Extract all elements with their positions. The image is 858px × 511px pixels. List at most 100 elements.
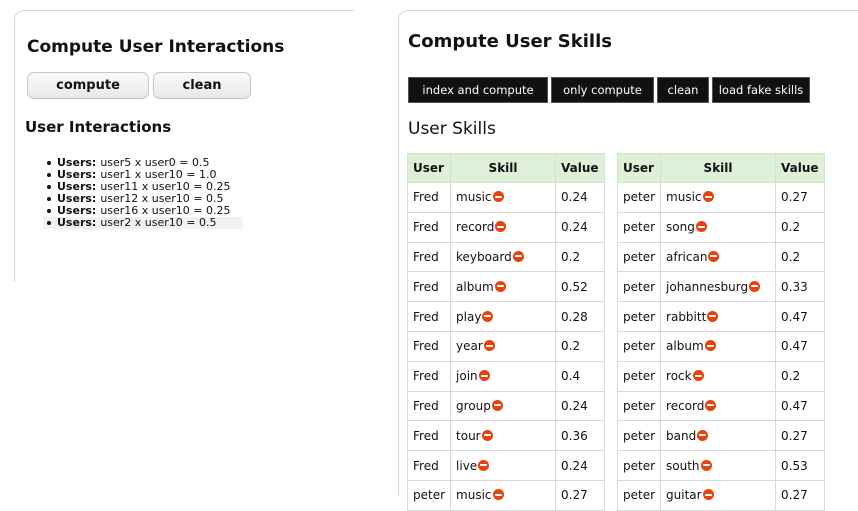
remove-icon[interactable] [478,459,490,471]
remove-icon[interactable] [483,340,495,352]
remove-icon[interactable] [700,459,712,471]
cell-skill: african [660,241,777,273]
skill-name: african [666,249,708,264]
skill-name: join [456,369,478,384]
interactions-list: Users: user5 x user0 = 0.5 Users: user1 x … [43,157,243,229]
skill-name: band [666,428,697,443]
cell-value: 0.47 [775,301,825,332]
skill-name: rock [666,369,692,384]
remove-icon[interactable] [491,399,503,411]
cell-user: peter [616,420,662,452]
skill-name: keyboard [456,249,512,264]
index-and-compute-button[interactable]: index and compute [408,77,548,103]
cell-user: peter [616,330,662,362]
cell-user: Fred [406,301,452,332]
cell-user: Fred [406,390,452,422]
cell-skill: johannesburg [660,271,777,303]
remove-icon[interactable] [704,340,716,352]
compute-button[interactable]: compute [27,72,149,99]
skill-name: rabbitt [666,309,707,324]
column-header-skill: Skill [450,153,557,183]
cell-value: 0.2 [775,211,825,243]
cell-user: peter [616,360,662,392]
clean-interactions-button[interactable]: clean [153,72,251,99]
table-row: Fred album 0.52 [406,271,605,303]
skills-table: User Skill Value peter music 0.27 peter song… [616,153,825,511]
remove-icon[interactable] [512,250,524,262]
cell-skill: tour [450,420,557,452]
skills-subtitle: User Skills [408,119,496,139]
remove-icon[interactable] [707,310,719,322]
cell-skill: group [450,390,557,422]
cell-skill: record [660,390,777,422]
cell-value: 0.27 [775,420,825,452]
cell-skill: rabbitt [660,301,777,332]
table-row: peter music 0.27 [616,182,825,213]
bullet-icon [47,185,51,189]
clean-skills-button[interactable]: clean [657,77,709,103]
cell-skill: south [660,450,777,481]
cell-value: 0.47 [775,390,825,422]
remove-icon[interactable] [482,310,494,322]
table-row: Fred music 0.24 [406,182,605,213]
compute-skills-panel: Compute User Skills index and compute on… [398,10,858,511]
cell-user: Fred [406,360,452,392]
cell-skill: guitar [660,479,777,511]
skill-name: johannesburg [666,279,749,294]
skills-table: User Skill Value Fred music 0.24 Fred record… [406,153,605,511]
cell-skill: live [450,450,557,481]
cell-skill: join [450,360,557,392]
cell-value: 0.4 [555,360,605,392]
table-row: peter song 0.2 [616,211,825,243]
cell-value: 0.27 [775,182,825,213]
remove-icon[interactable] [492,489,504,501]
remove-icon[interactable] [492,191,504,203]
skill-name: music [666,190,702,205]
cell-user: peter [406,479,452,511]
remove-icon[interactable] [495,221,507,233]
column-header-skill: Skill [660,153,777,183]
skill-name: song [666,220,695,235]
only-compute-button[interactable]: only compute [551,77,654,103]
bullet-icon [47,173,51,177]
bullet-icon [47,197,51,201]
remove-icon[interactable] [481,429,493,441]
skill-name: live [456,458,478,473]
load-fake-skills-button[interactable]: load fake skills [712,77,810,103]
remove-icon[interactable] [708,250,720,262]
remove-icon[interactable] [478,370,490,382]
interaction-label: Users: [57,216,97,229]
remove-icon[interactable] [702,191,714,203]
remove-icon[interactable] [749,280,761,292]
cell-skill: music [660,182,777,213]
cell-value: 0.36 [555,420,605,452]
remove-icon[interactable] [705,399,717,411]
remove-icon[interactable] [695,221,707,233]
table-row: Fred live 0.24 [406,450,605,481]
remove-icon[interactable] [702,489,714,501]
table-header-row: User Skill Value [406,153,605,183]
cell-user: Fred [406,420,452,452]
remove-icon[interactable] [494,280,506,292]
table-row: Fred play 0.28 [406,301,605,332]
cell-user: peter [616,182,662,213]
skill-name: group [456,398,491,413]
table-row: Fred group 0.24 [406,390,605,422]
skill-name: play [456,309,482,324]
skill-name: music [456,190,492,205]
cell-user: peter [616,390,662,422]
cell-value: 0.47 [775,330,825,362]
table-row: peter african 0.2 [616,241,825,273]
remove-icon[interactable] [697,429,709,441]
interaction-item: Users: user2 x user10 = 0.5 [43,217,243,229]
cell-user: Fred [406,450,452,481]
remove-icon[interactable] [692,370,704,382]
table-row: peter band 0.27 [616,420,825,452]
table-row: Fred join 0.4 [406,360,605,392]
skill-name: tour [456,428,481,443]
table-header-row: User Skill Value [616,153,825,183]
compute-interactions-panel: Compute User Interactions compute clean … [14,10,354,282]
cell-value: 0.28 [555,301,605,332]
skill-name: music [456,488,492,503]
skill-name: album [456,279,494,294]
